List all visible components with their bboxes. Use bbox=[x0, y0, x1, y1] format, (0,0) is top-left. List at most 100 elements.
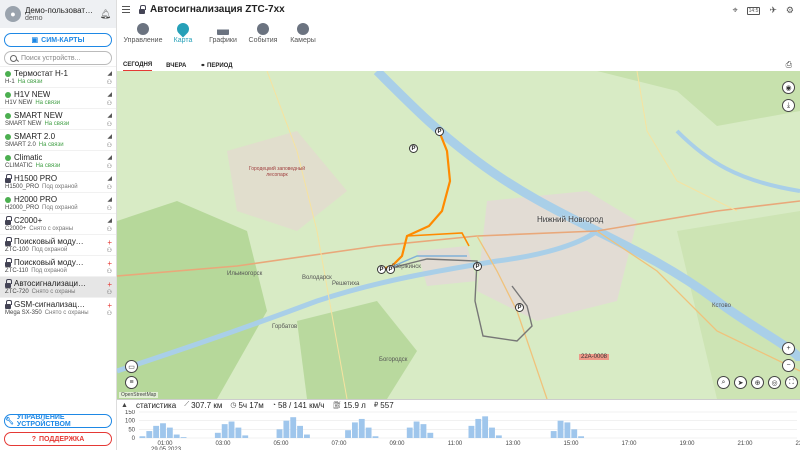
navigate-icon[interactable]: ➤ bbox=[734, 376, 747, 389]
chart-bar bbox=[221, 424, 228, 438]
print-icon[interactable]: ⎙ bbox=[786, 60, 792, 70]
device-subtitle: CLIMATIC На связи bbox=[5, 163, 112, 169]
device-name: C2000+ bbox=[14, 216, 43, 225]
search-input[interactable]: Поиск устройств... bbox=[4, 51, 112, 65]
target-icon[interactable]: ◎ bbox=[768, 376, 781, 389]
tab-cameras[interactable]: Камеры bbox=[285, 23, 321, 44]
chart-bar bbox=[358, 418, 365, 438]
parking-marker[interactable]: P bbox=[386, 265, 395, 274]
tab-charts[interactable]: Графики bbox=[205, 23, 241, 44]
device-status: Под охраной bbox=[42, 205, 78, 211]
zoom-in-icon[interactable]: + bbox=[782, 342, 795, 355]
period-today[interactable]: СЕГОДНЯ bbox=[123, 62, 153, 71]
device-model: C2000+ bbox=[5, 226, 27, 232]
sim-cards-button[interactable]: ▣ СИМ-КАРТЫ bbox=[4, 33, 112, 47]
device-status: Под охраной bbox=[31, 247, 68, 253]
device-item[interactable]: SMART NEW SMART NEW На связи ◢ ⚇ bbox=[0, 108, 116, 129]
tab-label: Управление bbox=[123, 37, 163, 44]
ruble-icon: ₽ bbox=[373, 402, 379, 409]
signal-icon: ◢ bbox=[107, 92, 112, 98]
device-item[interactable]: Climatic CLIMATIC На связи ◢ ⚇ bbox=[0, 150, 116, 171]
tabs: Управление Карта Графики События Камеры bbox=[123, 20, 321, 44]
chart-bar bbox=[420, 424, 427, 438]
plus-icon[interactable]: + bbox=[107, 280, 112, 289]
map-attribution[interactable]: OpenStreetMap bbox=[119, 392, 159, 398]
chat-icon[interactable]: ▭ bbox=[125, 360, 138, 373]
chart-bar bbox=[146, 431, 153, 438]
device-item[interactable]: H1500 PRO H1500_PRO Под охраной ◢ ⚇ bbox=[0, 171, 116, 192]
locate-icon[interactable]: ⌖ bbox=[733, 5, 738, 16]
device-management-button[interactable]: 🔧︎ УПРАВЛЕНИЕ УСТРОЙСТВОМ bbox=[4, 414, 112, 428]
signal-icon: ◢ bbox=[107, 113, 112, 119]
person-icon: ⚇ bbox=[106, 101, 112, 107]
device-item[interactable]: Термостат Н-1 H-1 На связи ◢ ⚇ bbox=[0, 66, 116, 87]
chart-bar bbox=[557, 420, 564, 438]
device-status-icons: + bbox=[107, 301, 112, 310]
device-subtitle: H1V NEW На связи bbox=[5, 100, 112, 106]
device-item[interactable]: SMART 2.0 SMART 2.0 На связи ◢ ⚇ bbox=[0, 129, 116, 150]
signal-icon: ◢ bbox=[107, 197, 112, 203]
signal-icon: ◢ bbox=[107, 134, 112, 140]
parking-marker[interactable]: P bbox=[409, 144, 418, 153]
parking-marker[interactable]: P bbox=[377, 265, 386, 274]
plus-icon[interactable]: + bbox=[107, 238, 112, 247]
parking-marker[interactable]: P bbox=[515, 303, 524, 312]
device-item[interactable]: C2000+ C2000+ Снято с охраны ◢ ⚇ bbox=[0, 213, 116, 234]
device-item[interactable]: Автосигнализация Z...ZTC-720Снято с охра… bbox=[0, 276, 116, 297]
zoom-search-icon[interactable]: ⌕ bbox=[717, 376, 730, 389]
tab-label: Камеры bbox=[290, 37, 316, 44]
support-button[interactable]: ? ПОДДЕРЖКА bbox=[4, 432, 112, 446]
parking-marker[interactable]: P bbox=[435, 127, 444, 136]
plus-icon[interactable]: + bbox=[107, 259, 112, 268]
x-tick-label: 13:00 bbox=[505, 441, 521, 447]
header: Автосигнализация ZTC-7xx ⌖ 14:5 ✈︎ ⚙︎ Уп… bbox=[117, 0, 800, 58]
menu-icon[interactable] bbox=[122, 6, 130, 13]
device-status: На связи bbox=[35, 100, 61, 106]
plus-icon[interactable]: + bbox=[107, 301, 112, 310]
chart-bar bbox=[372, 436, 379, 438]
expand-icon[interactable]: ▲ bbox=[121, 402, 128, 409]
camera-icon bbox=[297, 23, 309, 35]
lock-icon bbox=[5, 215, 12, 225]
chart-bar bbox=[578, 436, 585, 438]
stat-fuel: 15.9 л bbox=[343, 400, 366, 410]
device-item[interactable]: Поисковый модуль ... ZTC-110 Под охраной + ⚇ bbox=[0, 255, 116, 276]
tab-events[interactable]: События bbox=[245, 23, 281, 44]
device-item[interactable]: H2000 PRO H2000_PRO Под охраной ◢ ⚇ bbox=[0, 192, 116, 213]
layers-icon[interactable]: ◉ bbox=[782, 81, 795, 94]
chart-bar bbox=[413, 421, 420, 438]
download-icon[interactable]: ⤓ bbox=[782, 99, 795, 112]
online-status-icon bbox=[5, 154, 11, 161]
events-icon bbox=[257, 23, 269, 35]
device-item[interactable]: H1V NEW H1V NEW На связи ◢ ⚇ bbox=[0, 87, 116, 108]
plane-icon[interactable]: ✈︎ bbox=[769, 5, 777, 16]
header-tools: ⌖ 14:5 ✈︎ ⚙︎ bbox=[733, 5, 794, 16]
device-item[interactable]: GSM-сигнализация ...Mega SX-350Снято с о… bbox=[0, 297, 116, 318]
parking-marker[interactable]: P bbox=[473, 262, 482, 271]
map-label: Горбатов bbox=[272, 324, 298, 330]
chart-bar bbox=[228, 421, 235, 438]
list-icon[interactable]: ≡ bbox=[125, 376, 138, 389]
signal-icon: ◢ bbox=[107, 155, 112, 161]
stats-bar[interactable]: ▲ статистика ⟋ 307.7 км ◷ 5ч 17м ◔ 58 / 141… bbox=[117, 400, 800, 410]
chart-bar bbox=[214, 432, 221, 438]
calendar-icon[interactable]: 14:5 bbox=[746, 6, 761, 15]
tab-control[interactable]: Управление bbox=[123, 23, 163, 44]
map[interactable]: Нижний Новгород Городецкий заповедный ле… bbox=[117, 71, 800, 399]
gear-icon[interactable]: ⚙︎ bbox=[786, 5, 794, 16]
online-status-icon bbox=[5, 70, 11, 77]
fullscreen-icon[interactable]: ⛶ bbox=[785, 376, 798, 389]
user-bar[interactable]: ● Демо-пользовате... demo 🔔︎ bbox=[0, 0, 116, 28]
person-icon: ⚇ bbox=[106, 311, 112, 317]
stat-speed: 58 / 141 км/ч bbox=[277, 400, 325, 410]
tab-map[interactable]: Карта bbox=[165, 20, 201, 44]
chart-bar bbox=[160, 423, 166, 438]
bell-icon[interactable]: 🔔︎ bbox=[100, 9, 111, 20]
period-yesterday[interactable]: ВЧЕРА bbox=[166, 63, 186, 71]
zoom-out-icon[interactable]: − bbox=[782, 359, 795, 372]
device-item[interactable]: Поисковый модуль ... ZTC-100 Под охраной + ⚇ bbox=[0, 234, 116, 255]
locate-icon[interactable]: ⊕ bbox=[751, 376, 764, 389]
device-subtitle: H2000_PRO Под охраной bbox=[5, 205, 112, 211]
device-status-icons: ◢ bbox=[107, 196, 112, 203]
period-custom[interactable]: ⚭ ПЕРИОД bbox=[200, 62, 232, 71]
